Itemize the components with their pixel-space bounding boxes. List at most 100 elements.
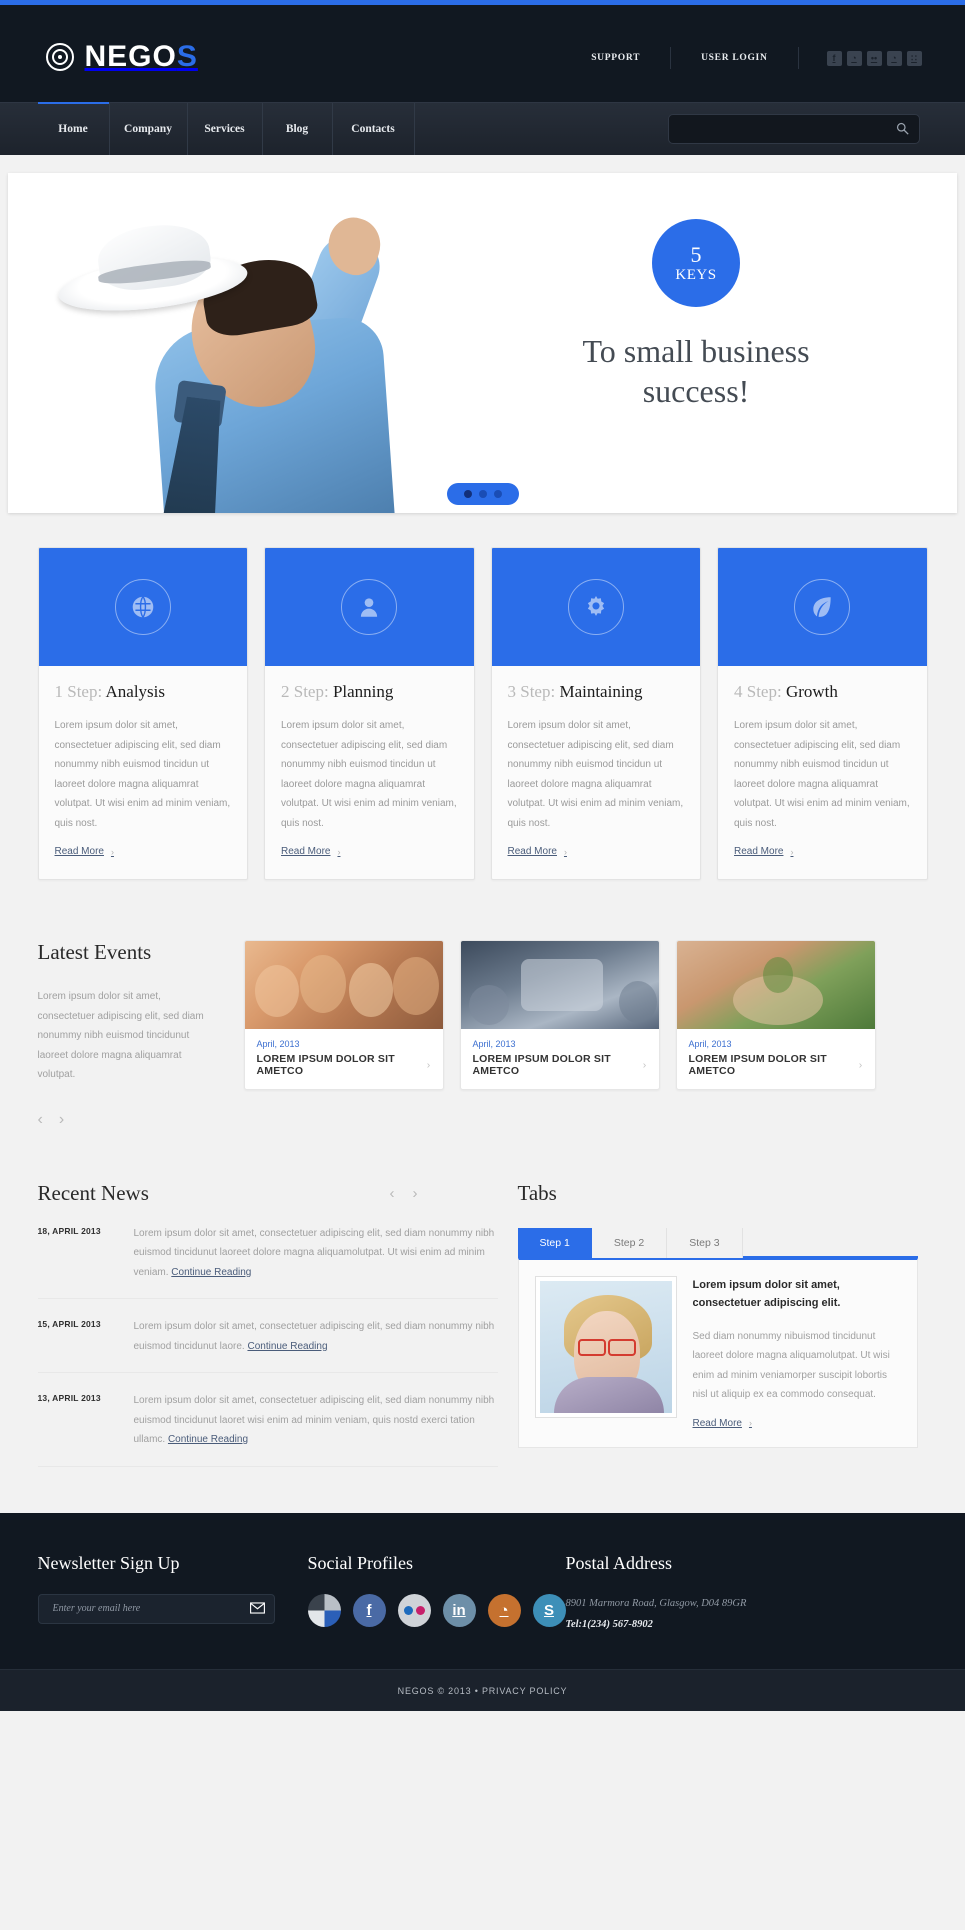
hero-title-line1: To small business <box>582 333 810 369</box>
icon-ring <box>567 579 624 635</box>
google-plus-icon[interactable] <box>307 1593 341 1627</box>
slider-dot-1[interactable] <box>463 490 472 498</box>
event-card[interactable]: April, 2013 LOREM IPSUM DOLOR SIT AMETCO… <box>675 940 876 1090</box>
tab-heading: Lorem ipsum dolor sit amet, consectetuer… <box>692 1278 841 1310</box>
step-text: Lorem ipsum dolor sit amet, consectetuer… <box>54 720 231 829</box>
telephone: Tel:1(234) 567-8902 <box>565 1619 653 1631</box>
social-profiles-list: f in ◔ S <box>307 1593 566 1627</box>
step-text: Lorem ipsum dolor sit amet, consectetuer… <box>281 720 457 829</box>
slider-pagination[interactable] <box>446 483 519 505</box>
envelope-icon[interactable] <box>249 1601 265 1617</box>
step-title: 3 Step: Maintaining <box>508 682 685 702</box>
slider-dot-2[interactable] <box>478 490 487 498</box>
chevron-right-icon: › <box>858 1059 863 1071</box>
read-more-link[interactable]: Read More › <box>734 846 793 857</box>
news-item: 13, APRIL 2013 Lorem ipsum dolor sit ame… <box>37 1373 498 1467</box>
dribbble-icon[interactable]: ∷ <box>906 50 922 66</box>
event-card[interactable]: April, 2013 LOREM IPSUM DOLOR SIT AMETCO… <box>459 940 660 1090</box>
main-navigation: Home Company Services Blog Contacts <box>0 102 965 155</box>
step-number: 4 Step: <box>734 682 782 701</box>
events-carousel-controls: ‹ › <box>38 1111 218 1129</box>
step-number: 2 Step: <box>281 682 329 701</box>
logo[interactable]: NEGOS <box>45 40 198 74</box>
postal-address-text: 8901 Marmora Road, Glasgow, D04 89GR Tel… <box>566 1594 928 1636</box>
chevron-right-icon: › <box>563 846 567 857</box>
search-icon[interactable] <box>896 122 909 135</box>
event-title[interactable]: LOREM IPSUM DOLOR SIT AMETCO › <box>257 1053 431 1077</box>
flickr-icon[interactable]: •• <box>866 50 882 66</box>
newsletter-field[interactable] <box>37 1593 275 1624</box>
linkedin-icon[interactable]: in <box>442 1593 476 1627</box>
user-login-link[interactable]: USER LOGIN <box>671 53 797 63</box>
hero-slider-section: 5 KEYS To small business success! <box>0 155 965 539</box>
event-caption: April, 2013 LOREM IPSUM DOLOR SIT AMETCO… <box>461 1029 659 1089</box>
facebook-icon[interactable]: f <box>826 50 842 66</box>
slider-dot-3[interactable] <box>493 490 502 498</box>
badge-number: 5 <box>690 241 702 267</box>
read-more-link[interactable]: Read More › <box>693 1418 752 1429</box>
event-title[interactable]: LOREM IPSUM DOLOR SIT AMETCO › <box>473 1053 647 1077</box>
site-header: NEGOS SUPPORT USER LOGIN f ◔ •• ◔ ∷ <box>0 5 965 102</box>
read-more-label: Read More <box>734 846 784 857</box>
event-title[interactable]: LOREM IPSUM DOLOR SIT AMETCO › <box>689 1053 863 1077</box>
event-date: April, 2013 <box>256 1039 300 1049</box>
news-next-button[interactable]: › <box>413 1185 418 1202</box>
step-card: 3 Step: Maintaining Lorem ipsum dolor si… <box>490 547 701 880</box>
event-card[interactable]: April, 2013 LOREM IPSUM DOLOR SIT AMETCO… <box>243 940 444 1090</box>
icon-ring <box>794 579 851 635</box>
step-card: 1 Step: Analysis Lorem ipsum dolor sit a… <box>37 547 248 880</box>
tab-step-3[interactable]: Step 3 <box>667 1227 743 1258</box>
globe-icon <box>132 596 154 618</box>
event-caption: April, 2013 LOREM IPSUM DOLOR SIT AMETCO… <box>245 1029 443 1089</box>
nav-item-home[interactable]: Home <box>37 102 110 155</box>
social-profiles-block: Social Profiles f in ◔ S <box>307 1553 566 1636</box>
flickr-icon[interactable] <box>397 1593 431 1627</box>
facebook-icon[interactable]: f <box>352 1593 386 1627</box>
email-input[interactable] <box>38 1594 274 1623</box>
nav-item-contacts[interactable]: Contacts <box>333 103 415 155</box>
events-prev-button[interactable]: ‹ <box>38 1111 43 1129</box>
read-more-link[interactable]: Read More › <box>55 846 114 857</box>
read-more-label: Read More <box>507 846 557 857</box>
search-box[interactable] <box>667 114 920 144</box>
step-name: Analysis <box>105 682 166 701</box>
read-more-label: Read More <box>692 1417 742 1429</box>
street-address: 8901 Marmora Road, Glasgow, D04 89GR <box>565 1597 747 1609</box>
news-prev-button[interactable]: ‹ <box>390 1185 395 1202</box>
news-item: 15, APRIL 2013 Lorem ipsum dolor sit ame… <box>37 1299 498 1373</box>
news-carousel-controls: ‹ › <box>390 1185 498 1202</box>
rss-icon[interactable]: ◔ <box>846 50 862 66</box>
tab-text: Sed diam nonummy nibuismod tincidunut la… <box>692 1330 890 1401</box>
read-more-link[interactable]: Read More › <box>281 846 340 857</box>
section-title: Latest Events <box>37 940 152 964</box>
tab-step-1[interactable]: Step 1 <box>517 1227 592 1258</box>
support-link[interactable]: SUPPORT <box>561 53 670 63</box>
news-item: 18, APRIL 2013 Lorem ipsum dolor sit ame… <box>37 1206 498 1299</box>
continue-reading-link[interactable]: Continue Reading <box>171 1267 251 1278</box>
read-more-link[interactable]: Read More › <box>508 846 567 857</box>
skype-icon[interactable]: S <box>532 1593 566 1627</box>
steps-section: 1 Step: Analysis Lorem ipsum dolor sit a… <box>37 539 928 880</box>
nav-item-services[interactable]: Services <box>188 103 263 155</box>
tab-step-2[interactable]: Step 2 <box>592 1227 668 1258</box>
event-photo <box>244 941 443 1029</box>
tab-content: Lorem ipsum dolor sit amet, consectetuer… <box>693 1276 901 1431</box>
rss-feed-icon[interactable]: ◔ <box>886 50 902 66</box>
woman-with-glasses-photo <box>539 1280 672 1413</box>
icon-ring <box>114 579 171 635</box>
icon-ring <box>341 579 398 635</box>
events-next-button[interactable]: › <box>59 1111 64 1129</box>
event-photo <box>460 941 659 1029</box>
continue-reading-link[interactable]: Continue Reading <box>168 1434 248 1445</box>
continue-reading-link[interactable]: Continue Reading <box>247 1341 327 1352</box>
newsletter-title: Newsletter Sign Up <box>37 1552 180 1573</box>
tab-list: Step 1 Step 2 Step 3 <box>517 1227 918 1258</box>
rss-icon[interactable]: ◔ <box>487 1593 521 1627</box>
nav-item-company[interactable]: Company <box>110 103 188 155</box>
step-title: 4 Step: Growth <box>734 682 911 702</box>
site-footer: Newsletter Sign Up Social Profiles f in … <box>0 1512 965 1670</box>
nav-item-blog[interactable]: Blog <box>263 103 333 155</box>
events-intro: Latest Events Lorem ipsum dolor sit amet… <box>38 940 228 1129</box>
news-text: Lorem ipsum dolor sit amet, consectetuer… <box>133 1395 495 1445</box>
gear-icon <box>587 595 604 616</box>
